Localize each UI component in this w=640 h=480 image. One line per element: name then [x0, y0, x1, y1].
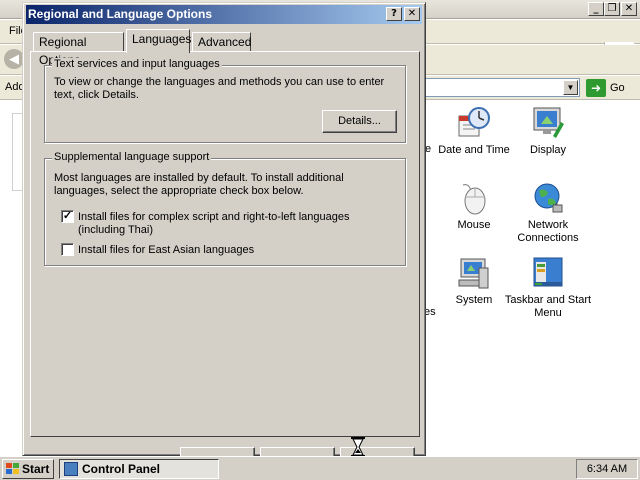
- languages-tab-panel: Text services and input languages To vie…: [30, 51, 420, 437]
- cp-item-network-connections[interactable]: Network Connections: [503, 181, 593, 245]
- taskbar-start-menu-icon: [531, 256, 565, 290]
- cp-item-taskbar-start-menu[interactable]: Taskbar and Start Menu: [503, 256, 593, 320]
- cp-item-label: Network Connections: [517, 219, 579, 244]
- dialog-titlebar[interactable]: Regional and Language Options ? ✕: [26, 5, 422, 24]
- cp-item-display[interactable]: Display: [503, 106, 593, 157]
- cp-item-label: Display: [529, 144, 567, 156]
- details-button[interactable]: Details...: [322, 110, 397, 133]
- east-asian-label[interactable]: Install files for East Asian languages: [78, 244, 398, 257]
- group-title: Text services and input languages: [52, 58, 222, 70]
- east-asian-checkbox[interactable]: [61, 243, 74, 256]
- system-icon: [457, 256, 491, 290]
- dialog-close-button[interactable]: ✕: [404, 7, 420, 21]
- tab-languages[interactable]: Languages: [126, 29, 191, 53]
- group-title: Supplemental language support: [52, 151, 212, 163]
- mouse-icon: [457, 181, 491, 215]
- date-time-icon: [457, 106, 491, 140]
- network-connections-icon: [531, 181, 565, 215]
- text-services-description: To view or change the languages and meth…: [54, 76, 385, 101]
- start-label: Start: [22, 462, 50, 476]
- minimize-button[interactable]: _: [588, 2, 604, 16]
- hourglass-cursor-icon: [351, 437, 365, 457]
- taskbar-button-label: Control Panel: [82, 462, 161, 476]
- complex-script-label[interactable]: Install files for complex script and rig…: [78, 211, 398, 237]
- taskbar: Start Control Panel 6:34 AM: [0, 456, 640, 480]
- supplemental-language-group: Supplemental language support Most langu…: [44, 151, 406, 266]
- chevron-down-icon[interactable]: ▼: [563, 80, 578, 95]
- windows-logo-icon: [6, 463, 19, 475]
- back-arrow-icon[interactable]: ◀: [4, 49, 24, 69]
- display-icon: [531, 106, 565, 140]
- complex-script-checkbox[interactable]: ✓: [61, 210, 74, 223]
- go-arrow-icon[interactable]: ➜: [586, 79, 606, 97]
- cp-item-label: Taskbar and Start Menu: [504, 294, 592, 319]
- address-input[interactable]: ▼: [420, 78, 580, 97]
- control-panel-icon: [64, 462, 78, 476]
- help-button[interactable]: ?: [386, 7, 402, 21]
- restore-button[interactable]: ❐: [604, 2, 620, 16]
- close-button[interactable]: ✕: [621, 2, 637, 16]
- tab-regional-options[interactable]: Regional Options: [33, 32, 124, 67]
- supplemental-description: Most languages are installed by default.…: [54, 172, 344, 197]
- start-button[interactable]: Start: [2, 459, 54, 479]
- text-services-group: Text services and input languages To vie…: [44, 58, 406, 143]
- dialog-title: Regional and Language Options: [28, 7, 213, 21]
- taskbar-button-control-panel[interactable]: Control Panel: [59, 459, 219, 479]
- regional-language-options-dialog: Regional and Language Options ? ✕ Region…: [22, 2, 426, 461]
- system-tray-clock[interactable]: 6:34 AM: [576, 459, 638, 479]
- tab-advanced[interactable]: Advanced: [192, 32, 251, 52]
- go-button-label[interactable]: Go: [610, 82, 625, 94]
